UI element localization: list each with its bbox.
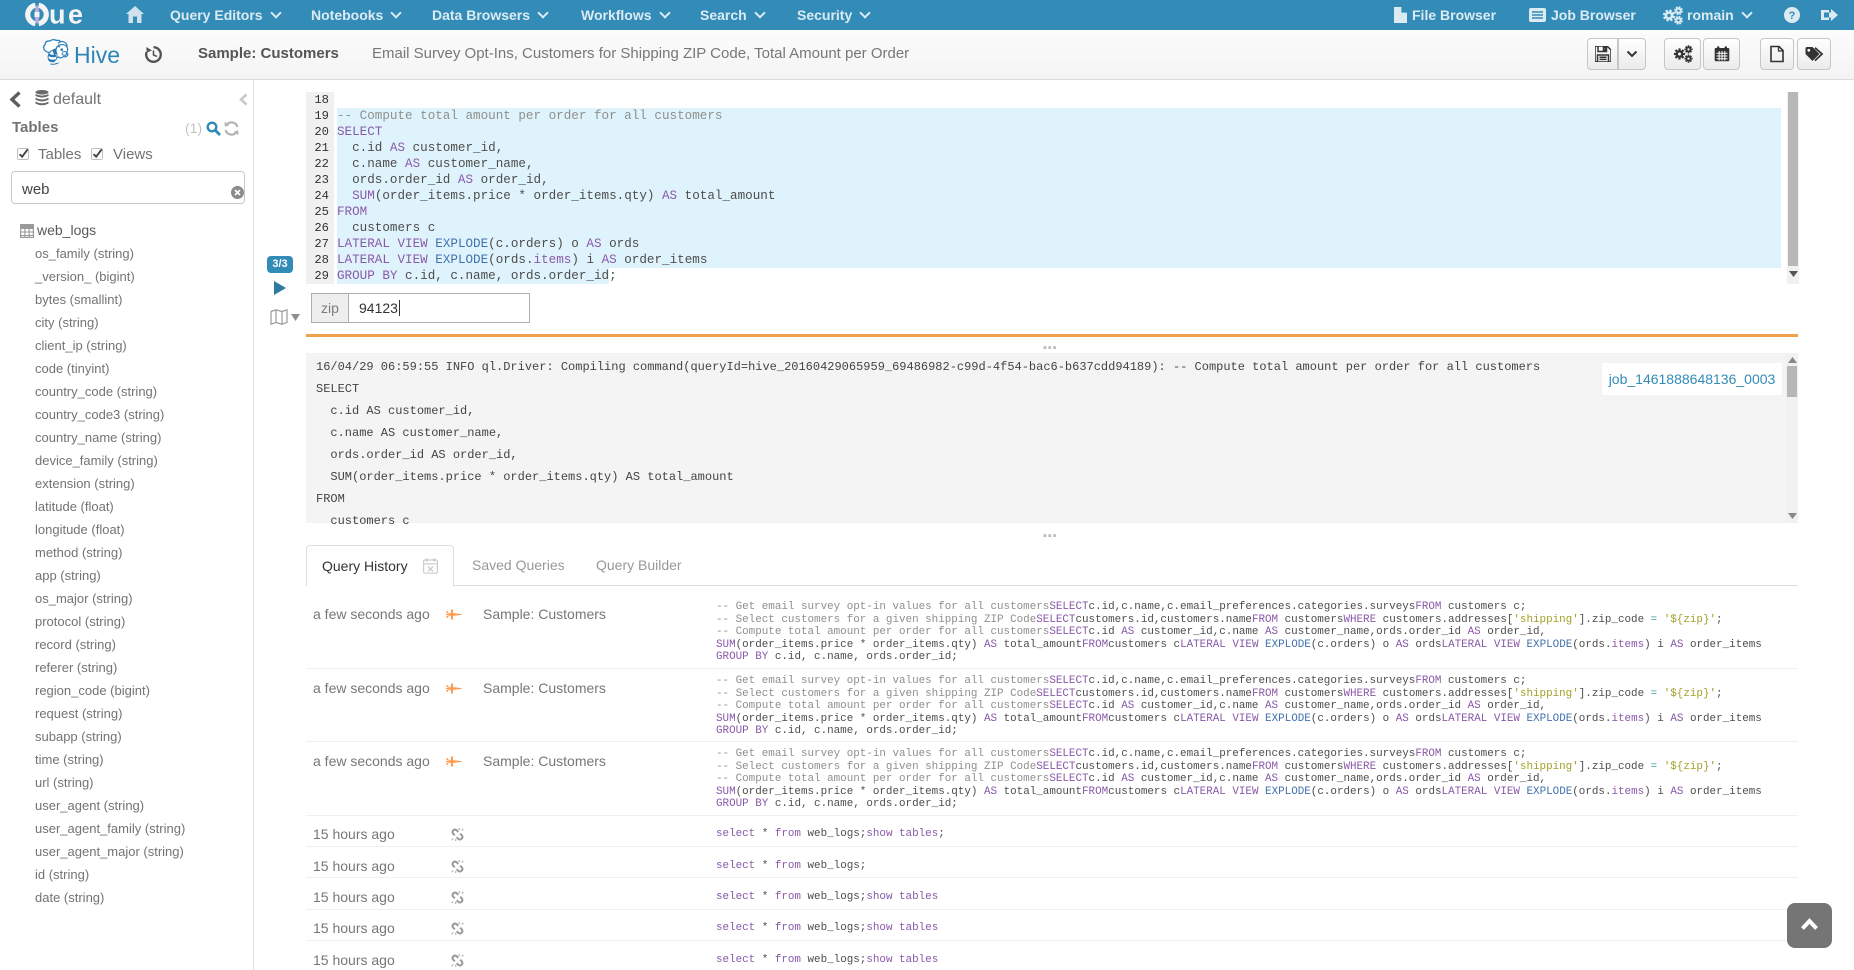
svg-text:ue: ue <box>49 2 86 28</box>
svg-text:?: ? <box>1789 10 1796 22</box>
